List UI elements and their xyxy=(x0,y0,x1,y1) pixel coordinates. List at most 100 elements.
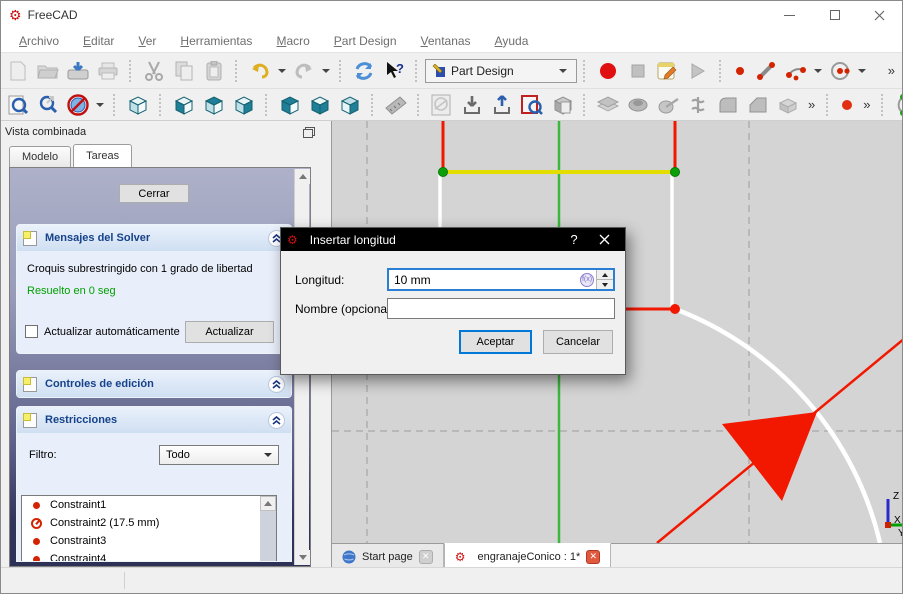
sketch-vertex[interactable] xyxy=(670,304,680,314)
sketch-arc-button[interactable] xyxy=(781,57,811,85)
menu-editar[interactable]: Editar xyxy=(73,31,124,51)
undo-button[interactable] xyxy=(245,57,275,85)
close-tab-icon[interactable]: ✕ xyxy=(586,549,601,564)
revolution-button[interactable] xyxy=(653,91,683,119)
sketch-circle-button[interactable] xyxy=(825,57,855,85)
view-top-button[interactable] xyxy=(199,91,229,119)
measure-button[interactable] xyxy=(381,91,411,119)
save-document-button[interactable] xyxy=(63,57,93,85)
scroll-up-button[interactable] xyxy=(295,169,310,184)
menu-ver[interactable]: Ver xyxy=(128,31,166,51)
redo-button[interactable] xyxy=(289,57,319,85)
menu-herramientas[interactable]: Herramientas xyxy=(170,31,262,51)
close-tab-icon[interactable]: ✕ xyxy=(418,549,433,564)
macro-edit-button[interactable] xyxy=(653,57,683,85)
chamfer-button[interactable] xyxy=(743,91,773,119)
sketch-point-button[interactable] xyxy=(729,57,751,85)
list-item[interactable]: Constraint4 xyxy=(22,550,276,561)
macro-stop-button[interactable] xyxy=(623,57,653,85)
cancel-dialog-button[interactable]: Cancelar xyxy=(543,330,613,354)
view-left-button[interactable] xyxy=(335,91,365,119)
create-sketch-button[interactable] xyxy=(427,91,457,119)
open-document-button[interactable] xyxy=(33,57,63,85)
tab-modelo[interactable]: Modelo xyxy=(9,146,72,167)
constraints-list-scrollbar[interactable] xyxy=(260,496,276,561)
filter-dropdown[interactable]: Todo xyxy=(159,445,279,465)
macro-record-button[interactable] xyxy=(593,57,623,85)
menu-part-design[interactable]: Part Design xyxy=(324,31,407,51)
length-input[interactable] xyxy=(389,272,580,287)
scroll-down-button[interactable] xyxy=(295,550,310,565)
accept-button[interactable]: Aceptar xyxy=(459,330,532,354)
expression-editor-icon[interactable]: f(x) xyxy=(580,272,594,287)
undo-dropdown-arrow[interactable] xyxy=(278,68,286,73)
dialog-help-button[interactable]: ? xyxy=(559,228,589,251)
list-item[interactable]: Constraint2 (17.5 mm) xyxy=(22,514,276,532)
sketch-arrow-triangle[interactable] xyxy=(722,412,817,501)
close-task-button[interactable]: Cerrar xyxy=(119,184,189,203)
groove-button[interactable] xyxy=(683,91,713,119)
dialog-title-bar[interactable]: ⚙ Insertar longitud ? xyxy=(281,228,625,251)
print-button[interactable] xyxy=(93,57,123,85)
fillet-button[interactable] xyxy=(713,91,743,119)
sketch-vertex[interactable] xyxy=(438,167,448,177)
collapse-section-button[interactable] xyxy=(268,375,285,393)
view-bottom-button[interactable] xyxy=(305,91,335,119)
toolbar-overflow-button[interactable]: » xyxy=(883,63,900,78)
view-axonometric-button[interactable] xyxy=(123,91,153,119)
sketch-vertex[interactable] xyxy=(670,167,680,177)
draw-style-button[interactable] xyxy=(63,91,93,119)
float-panel-icon[interactable] xyxy=(303,126,315,138)
macro-play-button[interactable] xyxy=(683,57,713,85)
view-rear-button[interactable] xyxy=(275,91,305,119)
sketch-line-button[interactable] xyxy=(751,57,781,85)
sketcher-point-button[interactable] xyxy=(836,91,858,119)
spin-up-button[interactable] xyxy=(597,270,613,279)
tab-tareas[interactable]: Tareas xyxy=(73,144,133,167)
copy-button[interactable] xyxy=(169,57,199,85)
close-button[interactable] xyxy=(857,1,902,29)
cut-button[interactable] xyxy=(139,57,169,85)
circle-dropdown-arrow[interactable] xyxy=(858,68,866,73)
fit-all-button[interactable] xyxy=(3,91,33,119)
tab-start-page[interactable]: Start page ✕ xyxy=(332,544,444,569)
toolbar-overflow-button[interactable]: » xyxy=(858,97,875,112)
view-right-button[interactable] xyxy=(229,91,259,119)
draft-button[interactable] xyxy=(773,91,803,119)
name-input[interactable] xyxy=(387,298,615,319)
map-sketch-button[interactable] xyxy=(547,91,577,119)
dialog-close-button[interactable] xyxy=(589,228,619,251)
tab-engranaje-conico[interactable]: ⚙ engranajeConico : 1* ✕ xyxy=(443,543,612,569)
leave-sketch-button[interactable] xyxy=(457,91,487,119)
spin-down-button[interactable] xyxy=(597,279,613,289)
maximize-button[interactable] xyxy=(812,1,857,29)
new-document-button[interactable] xyxy=(3,57,33,85)
paste-button[interactable] xyxy=(199,57,229,85)
list-item[interactable]: Constraint1 xyxy=(22,496,276,514)
whats-this-button[interactable]: ? xyxy=(379,57,409,85)
pad-button[interactable] xyxy=(593,91,623,119)
list-item[interactable]: Constraint3 xyxy=(22,532,276,550)
zoom-selection-button[interactable] xyxy=(33,91,63,119)
auto-update-checkbox[interactable] xyxy=(25,325,38,338)
validate-sketch-button[interactable] xyxy=(517,91,547,119)
edit-controls-header[interactable]: Controles de edición xyxy=(17,371,291,397)
constraints-header[interactable]: Restricciones xyxy=(17,407,291,433)
sketcher-element-button[interactable] xyxy=(891,91,902,119)
minimize-button[interactable] xyxy=(767,1,812,29)
arc-dropdown-arrow[interactable] xyxy=(814,68,822,73)
update-button[interactable]: Actualizar xyxy=(185,321,274,343)
menu-macro[interactable]: Macro xyxy=(266,31,319,51)
menu-ventanas[interactable]: Ventanas xyxy=(411,31,481,51)
draw-style-dropdown-arrow[interactable] xyxy=(96,102,104,107)
solver-section-header[interactable]: Mensajes del Solver xyxy=(17,225,291,251)
refresh-button[interactable] xyxy=(349,57,379,85)
toolbar-overflow-button[interactable]: » xyxy=(803,97,820,112)
menu-archivo[interactable]: Archivo xyxy=(9,31,69,51)
menu-ayuda[interactable]: Ayuda xyxy=(485,31,539,51)
export-sketch-button[interactable] xyxy=(487,91,517,119)
pocket-button[interactable] xyxy=(623,91,653,119)
workbench-selector[interactable]: Part Design xyxy=(425,58,577,83)
scroll-up-button[interactable] xyxy=(260,496,276,511)
view-front-button[interactable] xyxy=(169,91,199,119)
